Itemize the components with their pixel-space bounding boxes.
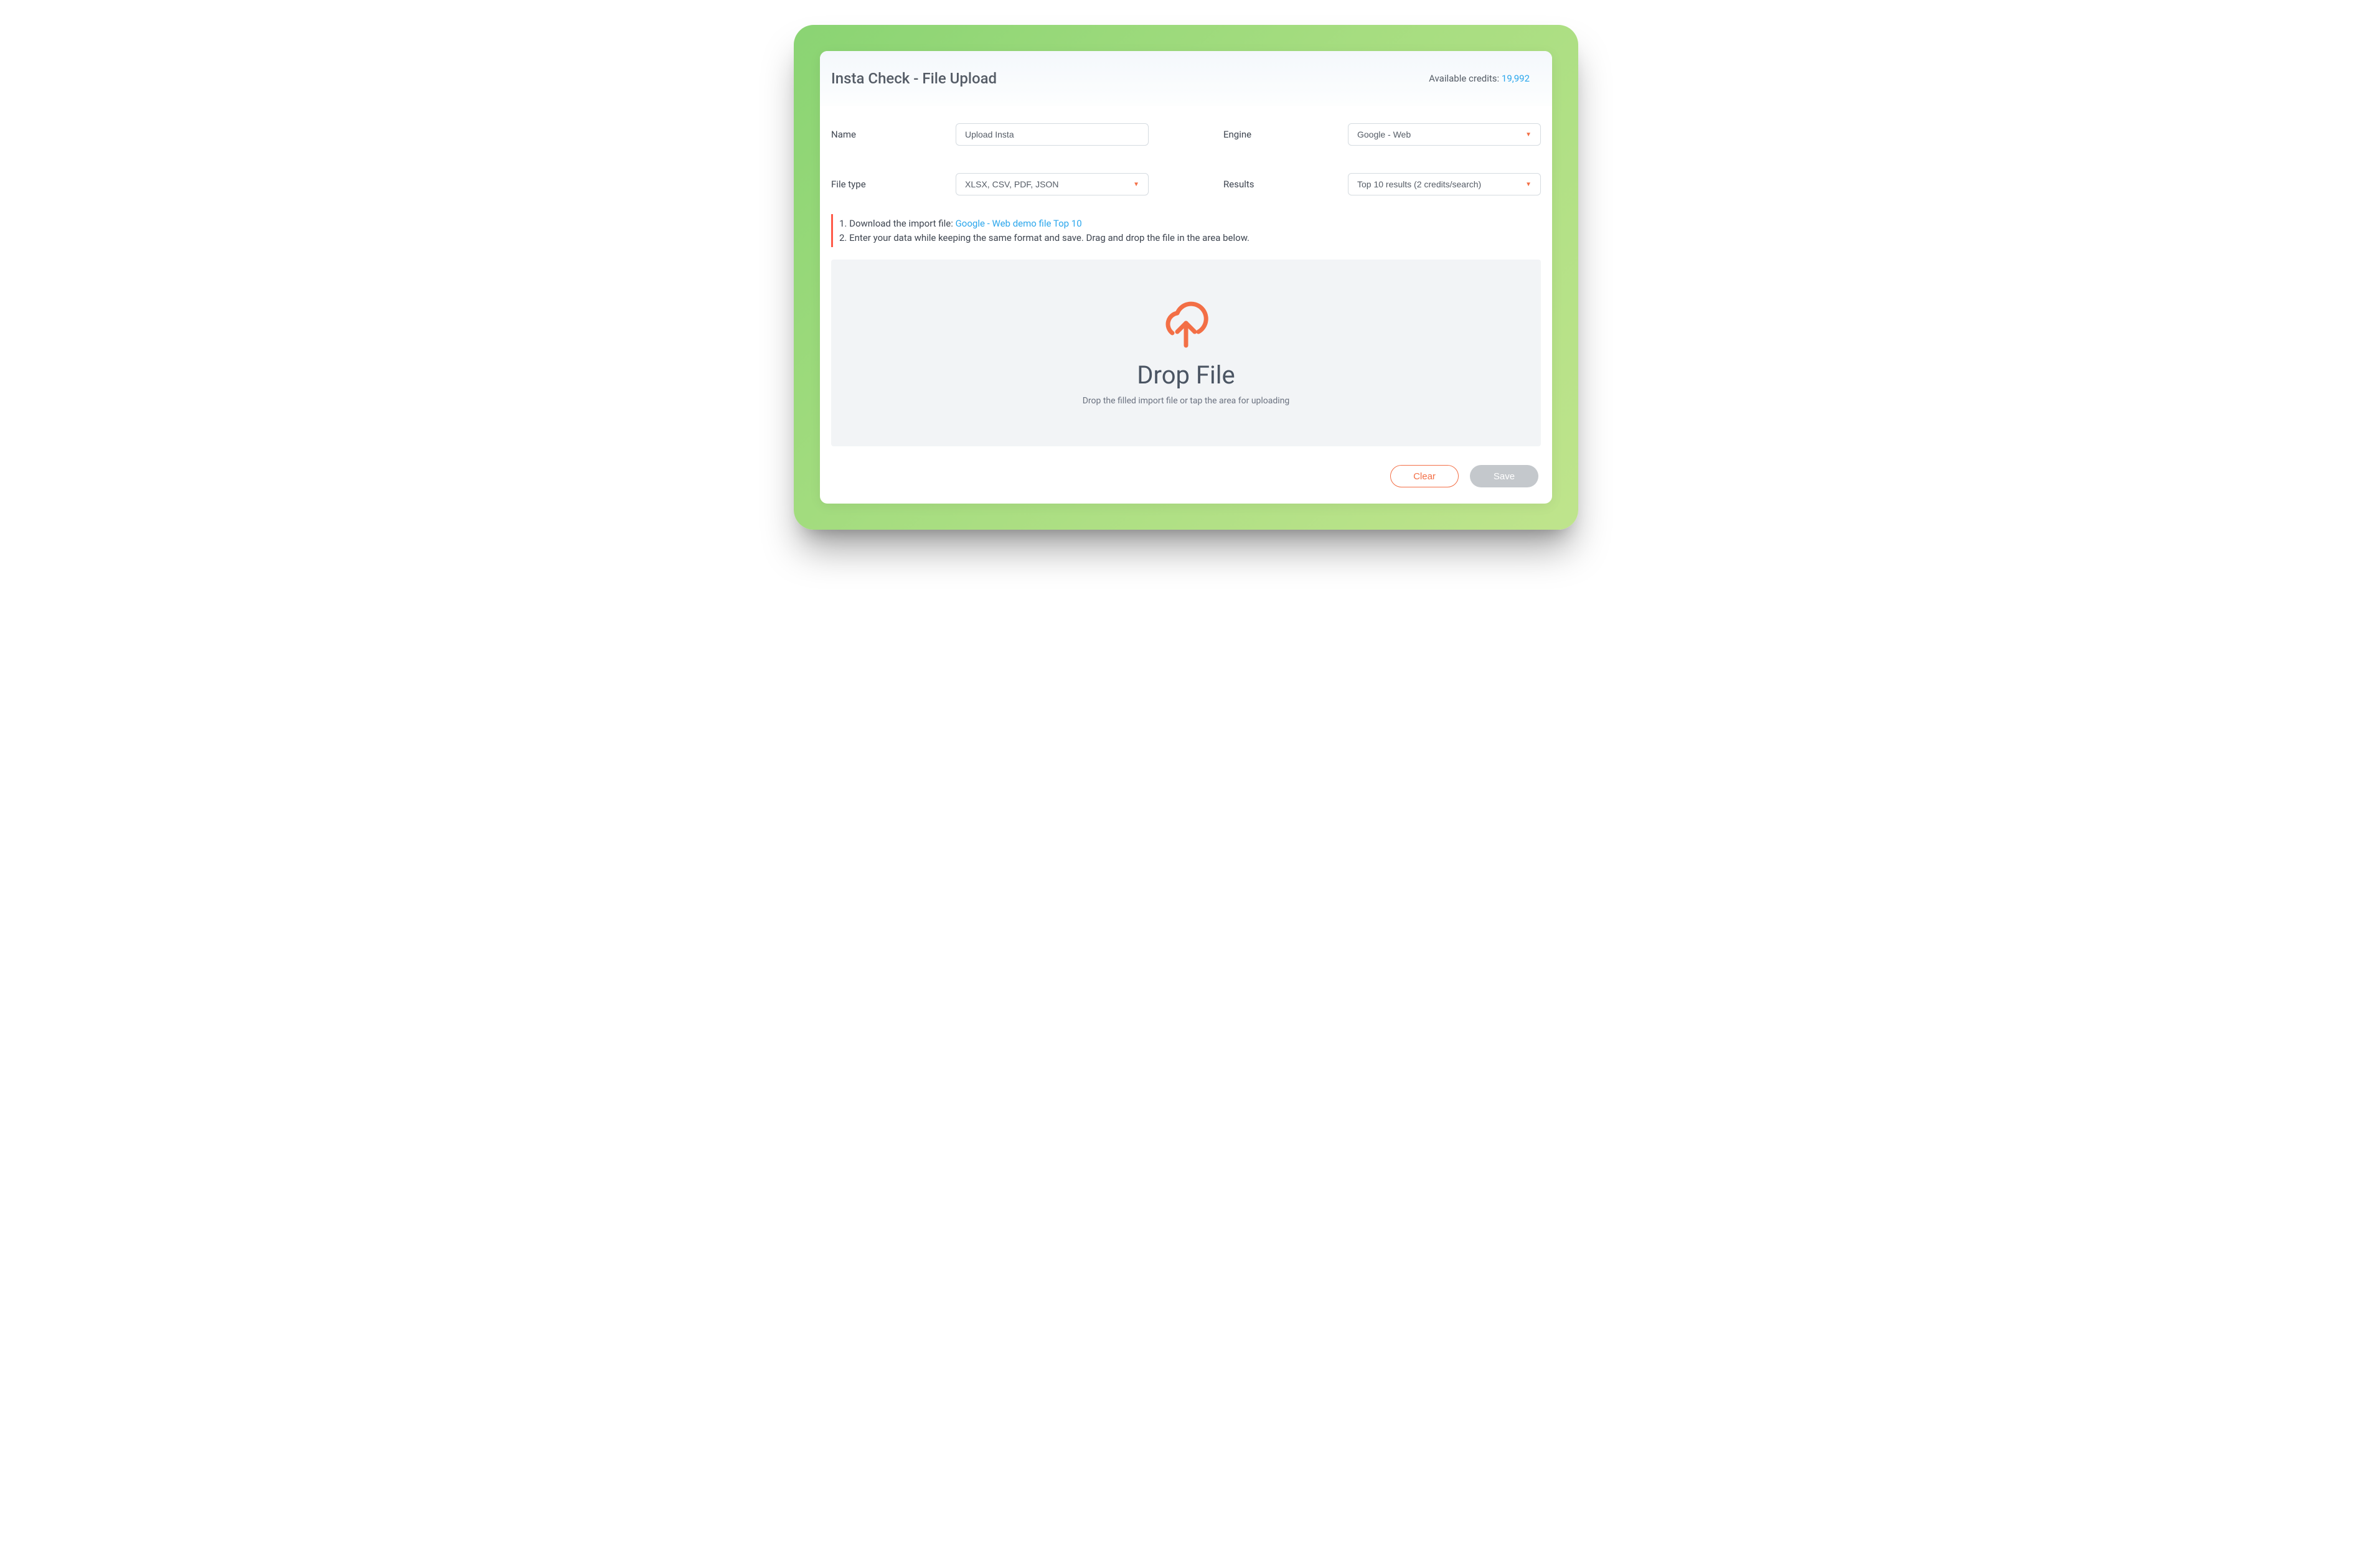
instruction-step-2: 2. Enter your data while keeping the sam… (839, 231, 1541, 245)
drop-subtitle: Drop the filled import file or tap the a… (1083, 396, 1290, 406)
actions-row: Clear Save (831, 465, 1541, 487)
outer-frame: Insta Check - File Upload Available cred… (794, 25, 1578, 530)
file-drop-area[interactable]: Drop File Drop the filled import file or… (831, 260, 1541, 446)
field-engine: Engine Google - Web ▼ (1223, 123, 1541, 146)
file-type-label: File type (831, 179, 956, 190)
demo-file-link[interactable]: Google - Web demo file Top 10 (956, 218, 1082, 229)
card-body: Name Engine Google - Web ▼ File (820, 106, 1552, 504)
field-name: Name (831, 123, 1149, 146)
instruction-step-1: 1. Download the import file: Google - We… (839, 217, 1541, 231)
name-input[interactable] (956, 123, 1149, 146)
results-selected-value: Top 10 results (2 credits/search) (1357, 179, 1481, 189)
caret-down-icon: ▼ (1525, 131, 1532, 138)
upload-card: Insta Check - File Upload Available cred… (820, 51, 1552, 504)
card-header: Insta Check - File Upload Available cred… (820, 51, 1552, 106)
instruction-step-1-prefix: 1. Download the import file: (839, 218, 956, 229)
file-type-selected-value: XLSX, CSV, PDF, JSON (965, 179, 1058, 189)
field-results: Results Top 10 results (2 credits/search… (1223, 173, 1541, 195)
credits-label: Available credits: (1429, 73, 1502, 84)
engine-select[interactable]: Google - Web ▼ (1348, 123, 1541, 146)
credits-value: 19,992 (1502, 73, 1530, 84)
engine-label: Engine (1223, 129, 1348, 140)
save-button[interactable]: Save (1470, 465, 1538, 487)
drop-title: Drop File (1137, 360, 1235, 390)
field-file-type: File type XLSX, CSV, PDF, JSON ▼ (831, 173, 1149, 195)
credits-display: Available credits: 19,992 (1429, 73, 1530, 84)
instructions-block: 1. Download the import file: Google - We… (831, 214, 1541, 247)
page-title: Insta Check - File Upload (831, 70, 997, 87)
form-grid: Name Engine Google - Web ▼ File (831, 123, 1541, 195)
engine-selected-value: Google - Web (1357, 129, 1411, 139)
cloud-upload-icon (1159, 301, 1213, 352)
caret-down-icon: ▼ (1133, 181, 1139, 188)
clear-button[interactable]: Clear (1390, 465, 1459, 487)
results-select[interactable]: Top 10 results (2 credits/search) ▼ (1348, 173, 1541, 195)
results-label: Results (1223, 179, 1348, 190)
name-label: Name (831, 129, 956, 140)
caret-down-icon: ▼ (1525, 181, 1532, 188)
file-type-select[interactable]: XLSX, CSV, PDF, JSON ▼ (956, 173, 1149, 195)
